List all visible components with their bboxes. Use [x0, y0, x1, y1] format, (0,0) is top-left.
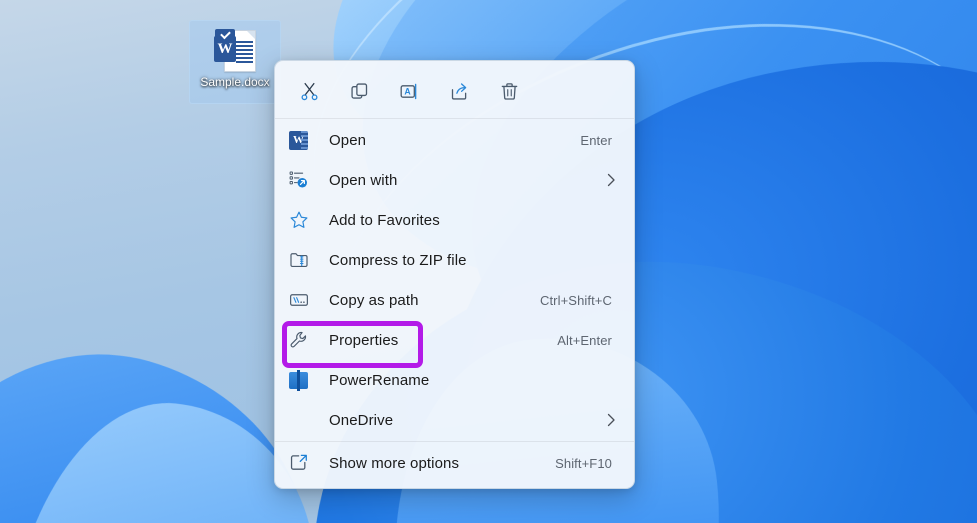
share-button[interactable]	[437, 72, 481, 110]
copy-button[interactable]	[337, 72, 381, 110]
word-app-icon: W	[289, 129, 315, 151]
menu-item-onedrive[interactable]: OneDrive	[275, 400, 634, 440]
context-menu-toolbar: A	[275, 65, 634, 117]
cut-button[interactable]	[287, 72, 331, 110]
onedrive-icon-placeholder	[289, 409, 315, 431]
wrench-icon	[289, 329, 315, 351]
menu-item-label: Show more options	[329, 454, 460, 472]
menu-item-open[interactable]: W Open Enter	[275, 120, 634, 160]
chevron-right-icon	[604, 173, 624, 187]
star-icon	[289, 209, 315, 231]
word-document-icon: W	[214, 28, 256, 72]
menu-item-label: PowerRename	[329, 371, 430, 389]
desktop-icon-label: Sample.docx	[200, 75, 270, 89]
copy-icon	[350, 82, 367, 99]
desktop-screen: W Sample.docx A W Open Enter Open with A…	[0, 0, 977, 523]
menu-separator-top	[275, 118, 634, 119]
chevron-right-icon	[604, 413, 624, 427]
menu-item-show-more-options[interactable]: Show more options Shift+F10	[275, 443, 634, 483]
powerrename-icon	[289, 369, 315, 391]
menu-item-properties[interactable]: Properties Alt+Enter	[275, 320, 634, 360]
menu-item-label: Compress to ZIP file	[329, 251, 467, 269]
share-icon	[451, 82, 466, 100]
menu-item-copy-as-path[interactable]: Copy as path Ctrl+Shift+C	[275, 280, 634, 320]
copy-as-path-icon	[289, 289, 315, 311]
menu-separator-bottom	[275, 441, 634, 442]
menu-item-open-with[interactable]: Open with	[275, 160, 634, 200]
scissors-icon	[300, 82, 318, 100]
svg-text:A: A	[404, 86, 411, 96]
menu-item-label: Copy as path	[329, 291, 419, 309]
menu-item-label: Open	[329, 131, 367, 149]
delete-button[interactable]	[487, 72, 531, 110]
menu-item-label: Open with	[329, 171, 398, 189]
rename-icon: A	[400, 83, 416, 99]
rename-button[interactable]: A	[387, 72, 431, 110]
open-with-icon	[289, 169, 315, 191]
menu-item-accelerator: Enter	[580, 132, 612, 148]
menu-item-label: Add to Favorites	[329, 211, 440, 229]
menu-item-accelerator: Alt+Enter	[557, 332, 612, 348]
menu-item-add-to-favorites[interactable]: Add to Favorites	[275, 200, 634, 240]
menu-item-label: Properties	[329, 331, 399, 349]
menu-item-label: OneDrive	[329, 411, 394, 429]
menu-item-accelerator: Shift+F10	[555, 455, 612, 471]
zip-folder-icon	[289, 249, 315, 271]
context-menu: A W Open Enter Open with Add to Favorite…	[274, 60, 635, 489]
menu-item-powerrename[interactable]: PowerRename	[275, 360, 634, 400]
show-more-options-icon	[289, 452, 315, 474]
checkmark-icon	[215, 29, 235, 40]
desktop-icon-sample-docx[interactable]: W Sample.docx	[189, 20, 281, 104]
menu-item-accelerator: Ctrl+Shift+C	[539, 292, 612, 308]
menu-item-compress-to-zip[interactable]: Compress to ZIP file	[275, 240, 634, 280]
trash-icon	[501, 82, 517, 100]
